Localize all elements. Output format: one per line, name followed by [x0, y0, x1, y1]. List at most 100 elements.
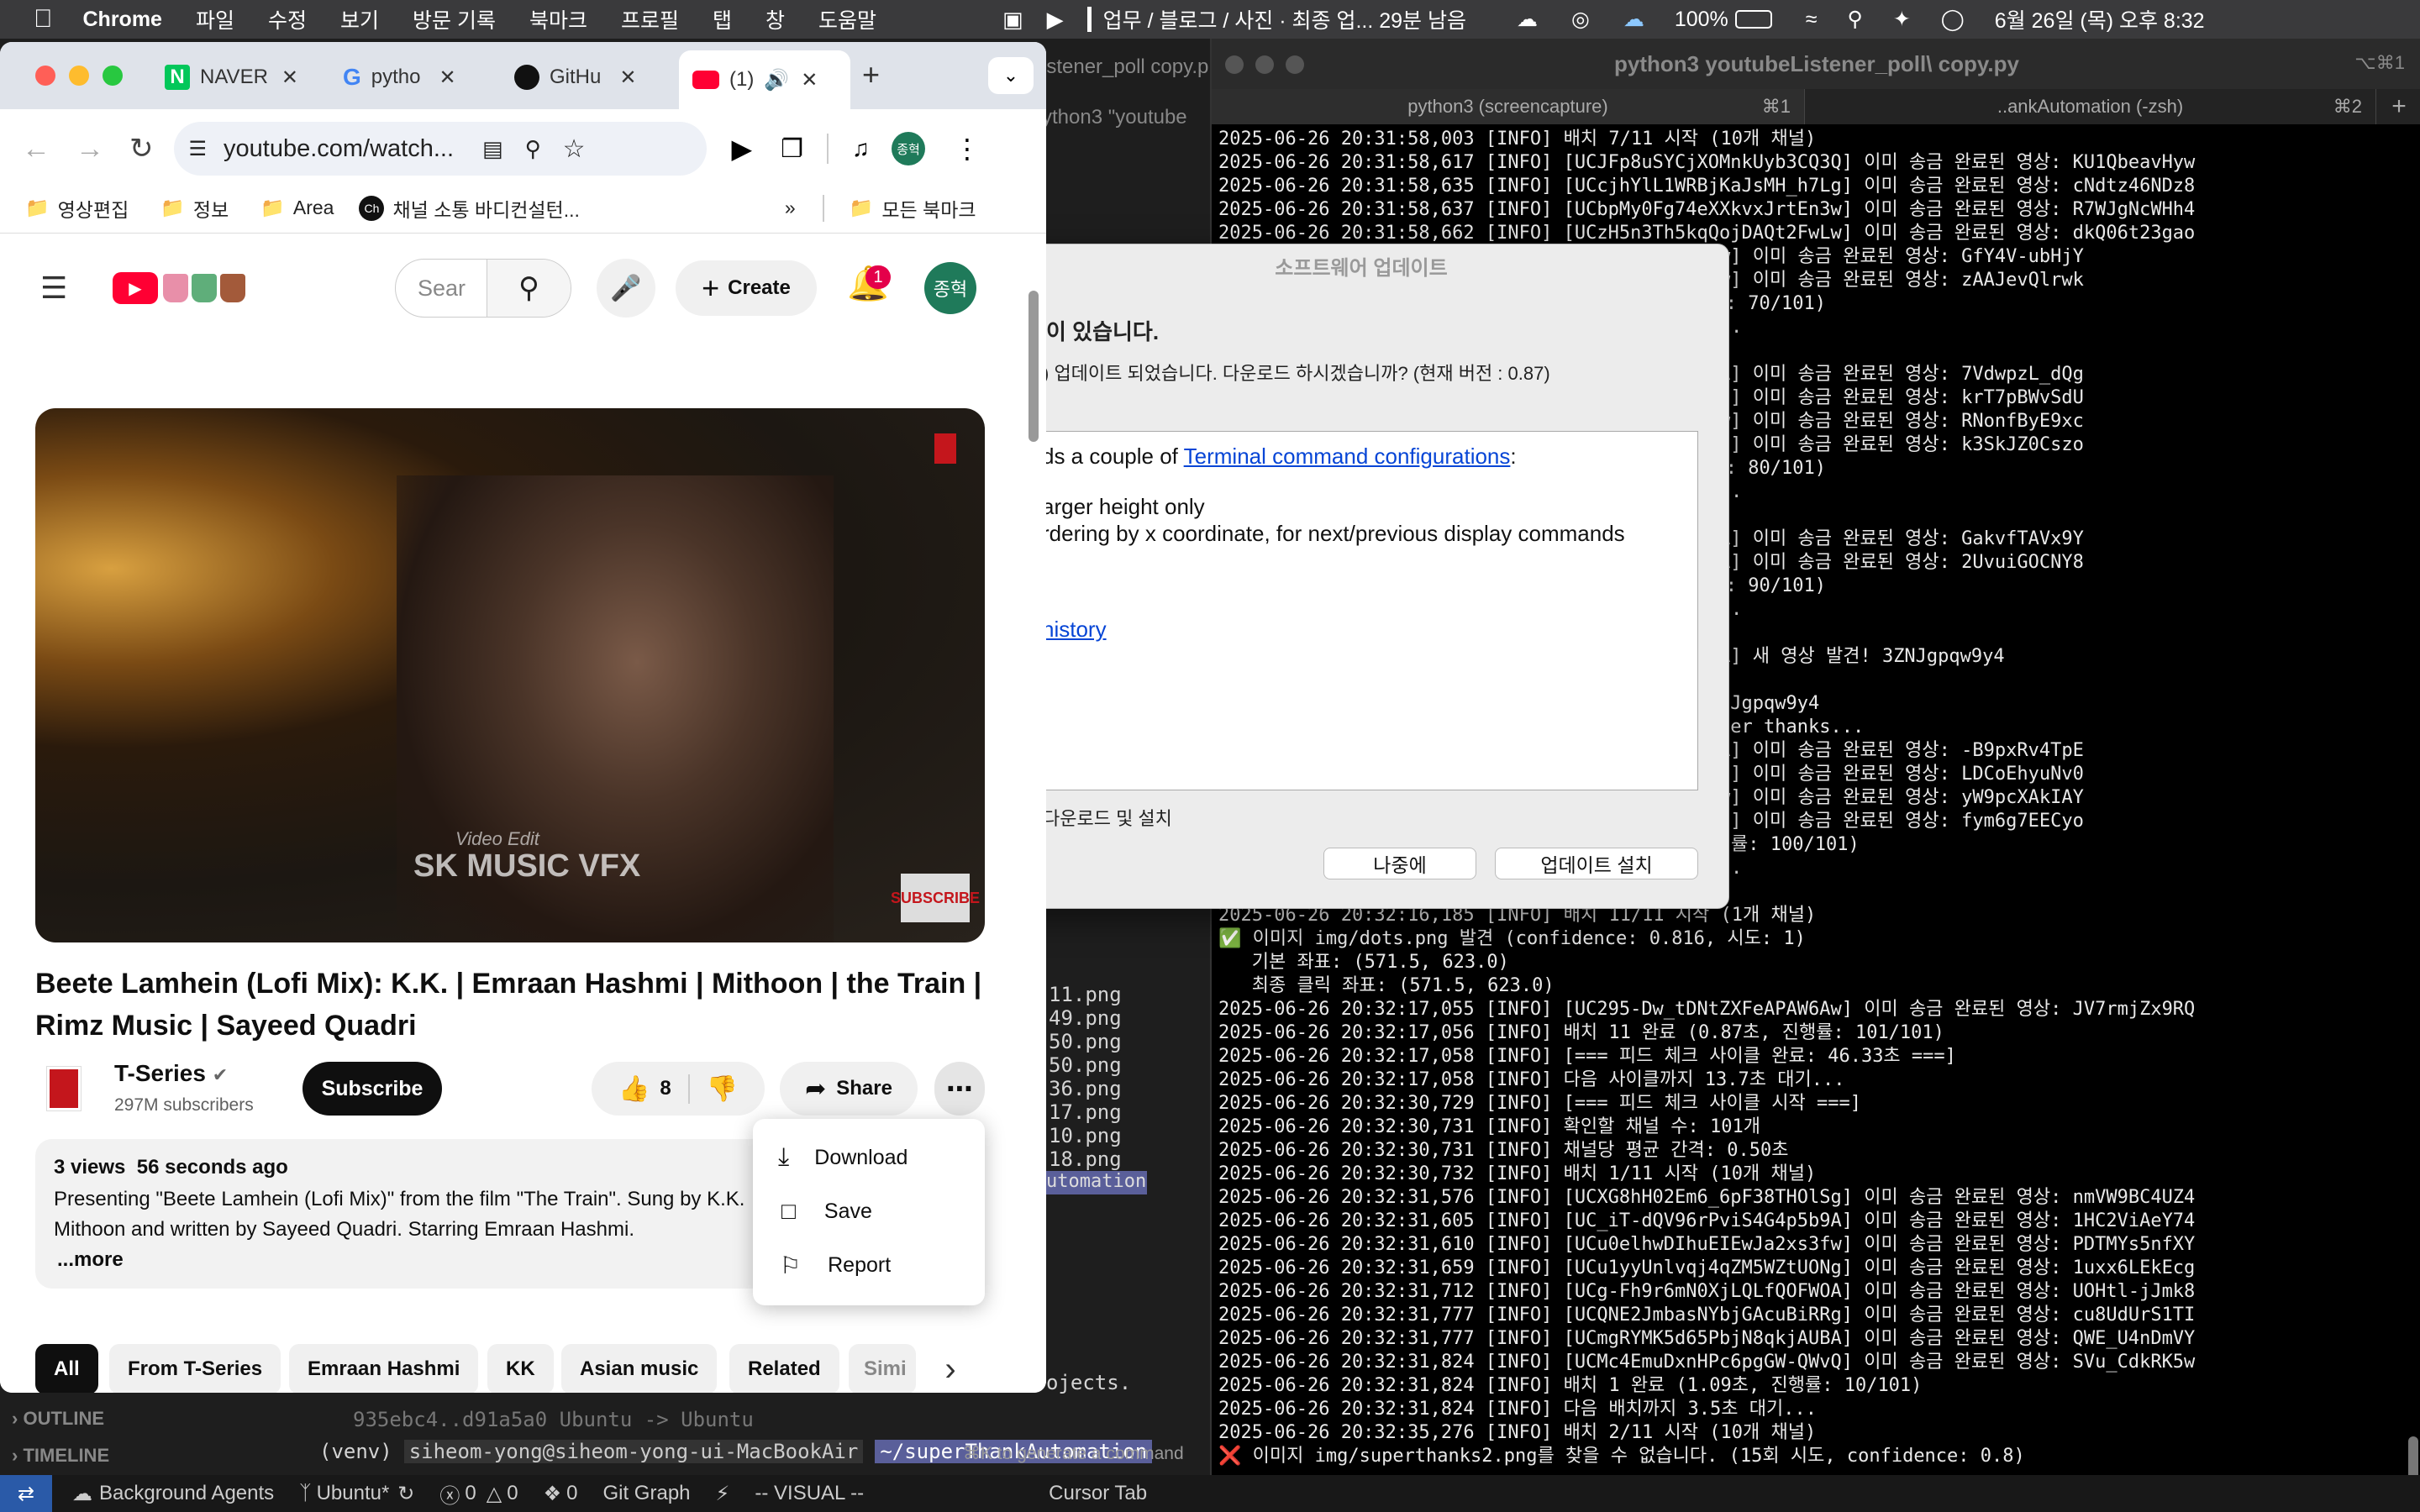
- bookmark-channel[interactable]: 채널 소통 바디컨설턴...: [392, 194, 579, 223]
- background-agents[interactable]: Background Agents: [99, 1482, 274, 1505]
- chip-all[interactable]: All: [35, 1344, 98, 1393]
- close-tab-icon[interactable]: ✕: [801, 68, 818, 92]
- bookmark-folder-area[interactable]: Area: [293, 197, 334, 219]
- account-avatar[interactable]: 종혁: [924, 262, 976, 314]
- channel-name[interactable]: T-Series ✔: [114, 1060, 228, 1087]
- subscribe-watermark[interactable]: SUBSCRIBE: [891, 874, 980, 922]
- minimize-window-button[interactable]: [69, 66, 89, 86]
- video-player[interactable]: Video Edit SK MUSIC VFX SUBSCRIBE: [35, 408, 985, 942]
- bookmark-all[interactable]: 모든 북마크: [881, 194, 976, 223]
- error-count[interactable]: 0: [465, 1482, 476, 1505]
- tab-youtube-active[interactable]: (1) 🔊 ✕: [679, 50, 850, 109]
- cloud-app-icon[interactable]: ☁: [1517, 7, 1538, 32]
- screen-mirroring-icon[interactable]: ▣: [1002, 7, 1023, 33]
- chip-asian-music[interactable]: Asian music: [561, 1344, 718, 1393]
- menubar-item-bookmarks[interactable]: 북마크: [529, 4, 587, 34]
- menubar-item-tab[interactable]: 탭: [713, 4, 732, 34]
- control-center-icon[interactable]: ◯: [1941, 7, 1965, 32]
- new-tab-plus-icon[interactable]: +: [2376, 89, 2420, 124]
- zoom-window-button[interactable]: [1286, 55, 1304, 74]
- more-bookmarks-icon[interactable]: »: [785, 197, 796, 219]
- zoom-icon[interactable]: ⚲: [525, 136, 541, 162]
- close-window-button[interactable]: [1225, 55, 1244, 74]
- hamburger-menu-icon[interactable]: ☰: [40, 270, 67, 306]
- wifi-icon[interactable]: ≈: [1806, 8, 1818, 32]
- terminal-tab-1[interactable]: python3 (screencapture) ⌘1: [1212, 89, 1805, 124]
- menubar-item-edit[interactable]: 수정: [268, 4, 307, 34]
- menu-item-report[interactable]: ⚐ Report: [753, 1238, 985, 1292]
- bookmark-folder-video-edit[interactable]: 영상편집: [58, 194, 129, 223]
- editor-tab-command[interactable]: ython3 "youtube: [1042, 106, 1187, 129]
- menu-item-download[interactable]: ⤓ Download: [753, 1131, 985, 1184]
- auto-download-label[interactable]: 다운로드 및 설치: [1043, 804, 1172, 831]
- remote-indicator-icon[interactable]: ⇄: [0, 1475, 52, 1512]
- weather-icon[interactable]: ☁: [1623, 7, 1644, 32]
- cursor-tab[interactable]: Cursor Tab: [1049, 1482, 1147, 1505]
- runcat-icon[interactable]: ✦: [1893, 7, 1911, 32]
- zoom-window-button[interactable]: [103, 66, 123, 86]
- sync-icon[interactable]: ↻: [397, 1482, 414, 1506]
- url-text[interactable]: youtube.com/watch...: [224, 135, 454, 163]
- more-actions-button[interactable]: ⋯: [934, 1062, 985, 1116]
- menubar-item-window[interactable]: 창: [765, 4, 785, 34]
- tab-github[interactable]: GitHu ✕: [514, 54, 679, 101]
- bookmark-folder-info[interactable]: 정보: [193, 194, 229, 223]
- close-tab-icon[interactable]: ✕: [619, 66, 636, 90]
- share-button[interactable]: ➦ Share: [780, 1062, 918, 1116]
- media-controls-icon[interactable]: ♫: [852, 135, 870, 162]
- airdrop-icon[interactable]: ◎: [1571, 7, 1590, 32]
- install-app-icon[interactable]: ▤: [482, 136, 503, 162]
- site-info-icon[interactable]: ☰: [189, 137, 208, 161]
- youtube-logo[interactable]: ▶: [113, 272, 245, 304]
- chip-emraan-hashmi[interactable]: Emraan Hashmi: [289, 1344, 479, 1393]
- menubar-clock[interactable]: 6월 26일 (목) 오후 8:32: [1995, 4, 2205, 34]
- outline-panel-header[interactable]: › OUTLINE: [12, 1408, 104, 1430]
- bookmark-star-icon[interactable]: ☆: [563, 134, 586, 164]
- menubar-item-view[interactable]: 보기: [340, 4, 379, 34]
- editor-tab-file[interactable]: istener_poll copy.p: [1042, 55, 1208, 79]
- warning-count[interactable]: 0: [507, 1482, 518, 1505]
- search-box[interactable]: Sear ⚲: [395, 259, 571, 318]
- lightning-icon[interactable]: ⚡: [716, 1482, 730, 1506]
- channel-watermark-logo[interactable]: [934, 433, 956, 464]
- git-graph[interactable]: Git Graph: [602, 1482, 690, 1505]
- history-link[interactable]: history: [1042, 617, 1107, 643]
- tab-naver[interactable]: N NAVER ✕: [165, 54, 333, 101]
- chip-from-tseries[interactable]: From T-Series: [109, 1344, 281, 1393]
- new-tab-plus-icon[interactable]: +: [862, 57, 880, 92]
- apple-icon[interactable]: : [34, 5, 53, 34]
- show-more-link[interactable]: ...more: [57, 1248, 124, 1272]
- menubar-item-file[interactable]: 파일: [196, 4, 234, 34]
- terminal-tab-2[interactable]: ..ankAutomation (-zsh) ⌘2: [1805, 89, 2376, 124]
- like-button[interactable]: 👍 8: [618, 1074, 690, 1104]
- chip-related[interactable]: Related: [729, 1344, 839, 1393]
- later-button[interactable]: 나중에: [1323, 848, 1476, 879]
- search-button[interactable]: ⚲: [487, 260, 571, 317]
- address-bar[interactable]: ☰ youtube.com/watch... ▤ ⚲ ☆: [173, 122, 707, 176]
- voice-search-microphone-icon[interactable]: 🎤: [597, 259, 655, 318]
- extensions-icon[interactable]: ❐: [781, 134, 803, 164]
- ports-count[interactable]: 0: [566, 1482, 577, 1505]
- subscribe-button[interactable]: Subscribe: [302, 1062, 442, 1116]
- page-scrollbar[interactable]: [1028, 291, 1039, 442]
- git-branch[interactable]: Ubuntu*: [317, 1482, 390, 1505]
- audio-playing-icon[interactable]: 🔊: [764, 68, 789, 92]
- install-update-button[interactable]: 업데이트 설치: [1495, 848, 1698, 879]
- menubar-app-name[interactable]: Chrome: [83, 8, 162, 32]
- menubar-item-help[interactable]: 도움말: [818, 4, 876, 34]
- profile-avatar[interactable]: 종혁: [892, 132, 926, 165]
- menubar-item-profile[interactable]: 프로필: [621, 4, 679, 34]
- menu-item-save[interactable]: □ Save: [753, 1184, 985, 1238]
- menubar-item-history[interactable]: 방문 기록: [413, 4, 496, 34]
- back-arrow-icon[interactable]: ←: [22, 133, 50, 165]
- forward-arrow-icon[interactable]: →: [76, 133, 104, 165]
- timeline-panel-header[interactable]: › TIMELINE: [12, 1445, 109, 1467]
- spotlight-search-icon[interactable]: ⚲: [1848, 7, 1863, 32]
- close-window-button[interactable]: [35, 66, 55, 86]
- chips-next-chevron-icon[interactable]: ›: [928, 1342, 973, 1393]
- battery-icon[interactable]: [1734, 10, 1772, 29]
- close-tab-icon[interactable]: ✕: [439, 66, 456, 90]
- tab-google[interactable]: G pytho ✕: [343, 54, 508, 101]
- channel-avatar[interactable]: [46, 1066, 82, 1111]
- media-play-icon[interactable]: ▶: [732, 133, 753, 165]
